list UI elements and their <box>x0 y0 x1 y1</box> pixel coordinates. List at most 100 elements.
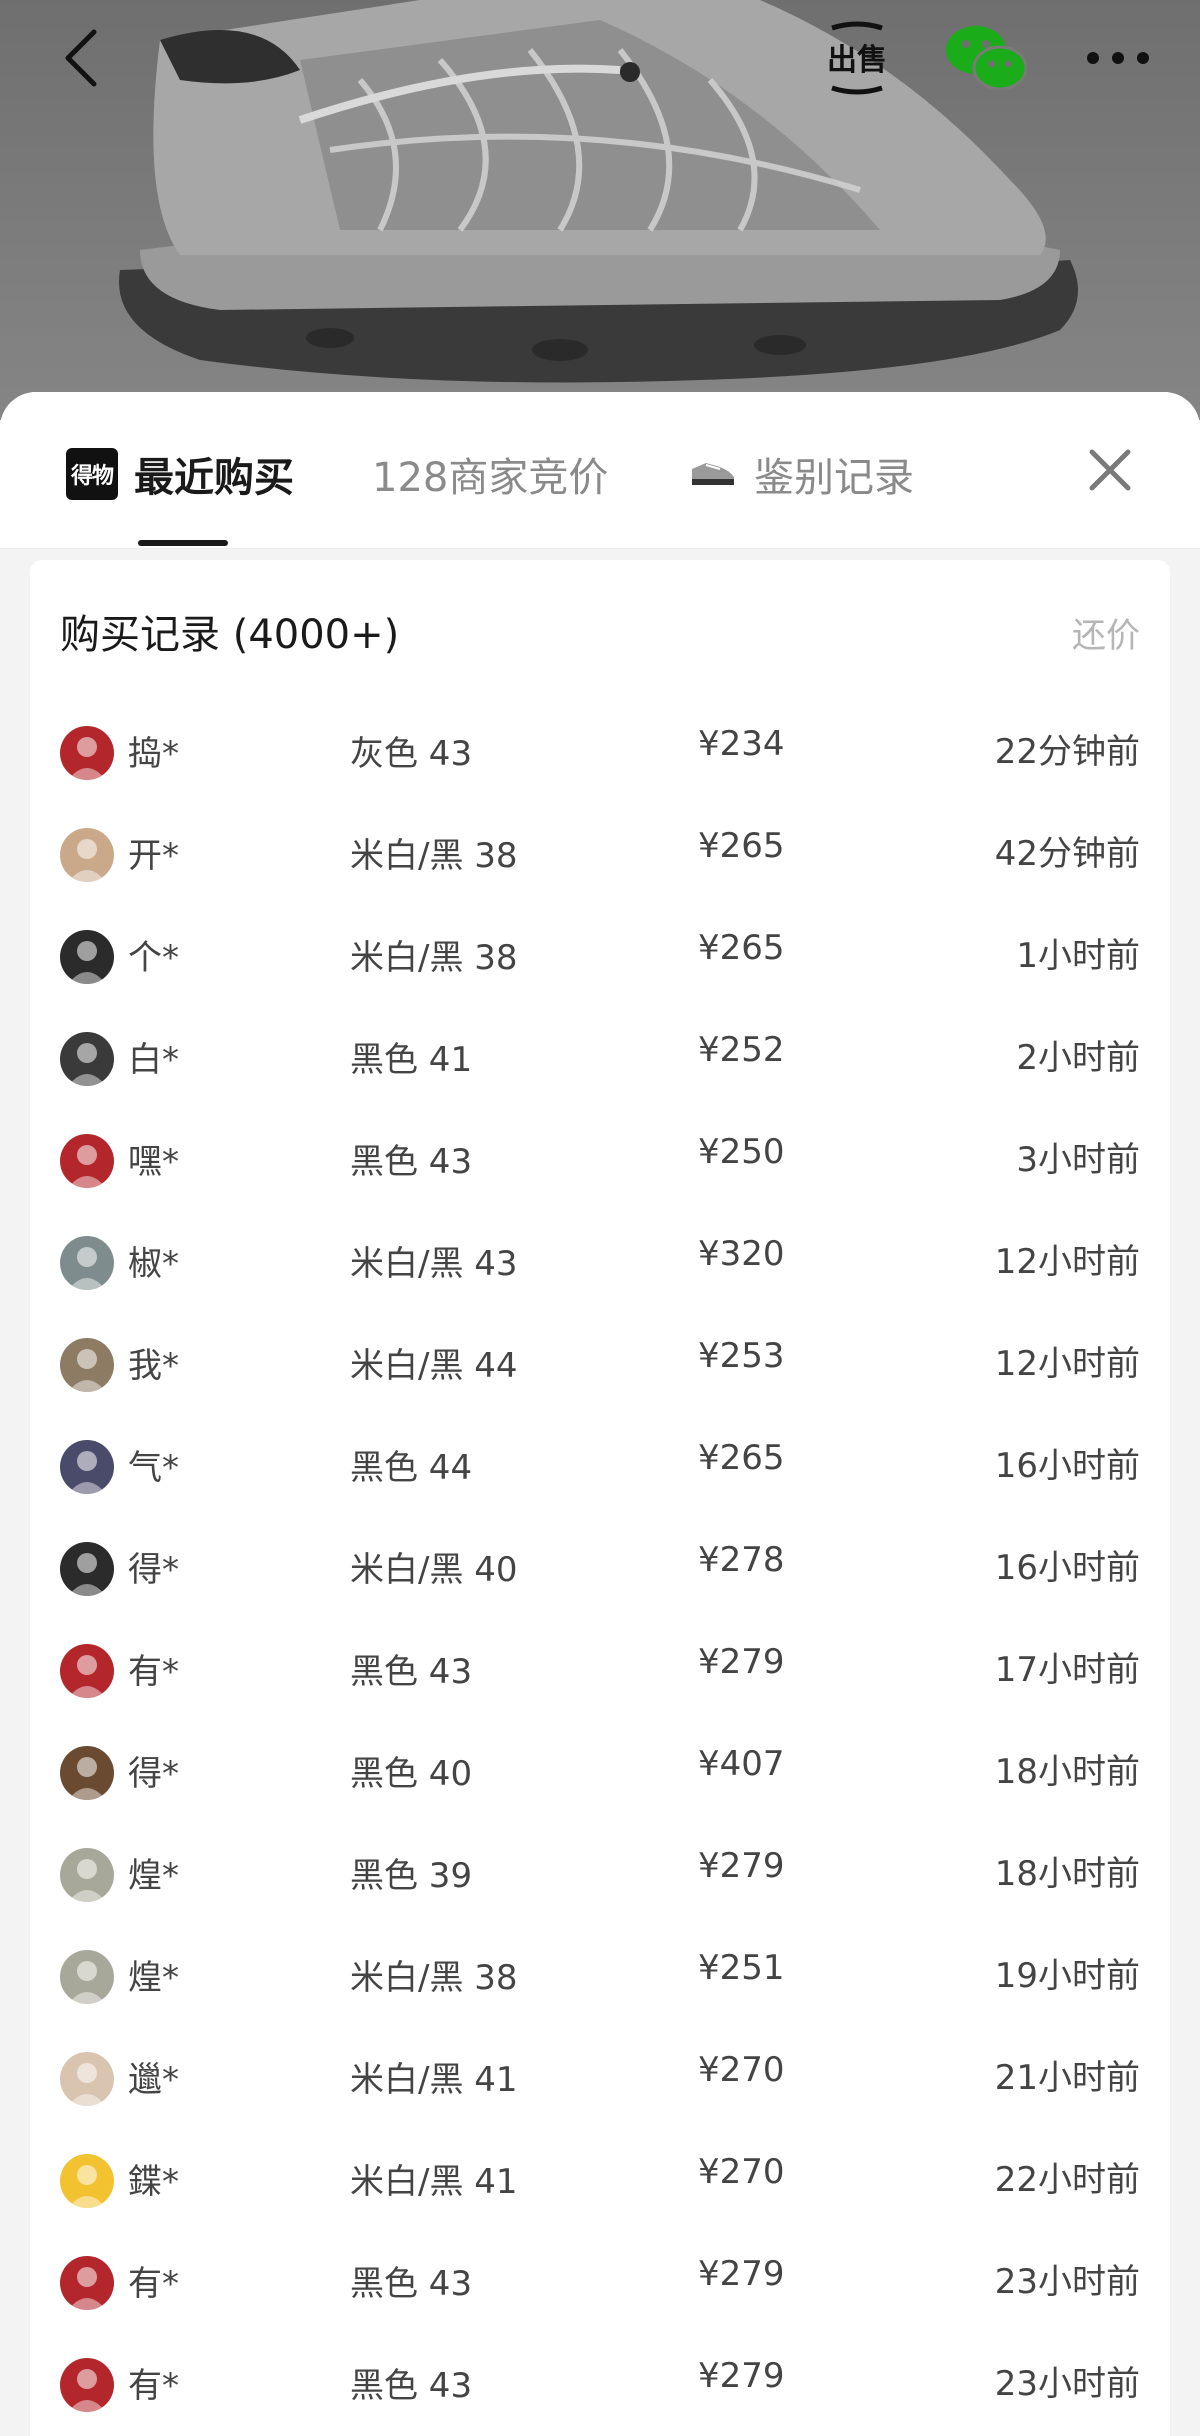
user-avatar <box>60 1134 114 1188</box>
user-avatar <box>60 828 114 882</box>
tab-authentication-records[interactable]: 鉴别记录 <box>690 436 914 512</box>
tab-recent-purchases[interactable]: 得物 最近购买 <box>66 436 294 512</box>
purchase-price: ¥253 <box>698 1336 785 1376</box>
purchase-price: ¥278 <box>698 1540 785 1580</box>
purchase-price: ¥279 <box>698 1846 785 1886</box>
tab-recent-label: 最近购买 <box>134 455 294 501</box>
purchase-record-row: 白* 黑色 41 ¥252 2小时前 <box>30 1008 1170 1110</box>
purchase-record-row: 有* 黑色 43 ¥279 23小时前 <box>30 2232 1170 2334</box>
active-tab-indicator <box>138 540 228 546</box>
close-button[interactable] <box>1080 440 1140 500</box>
buyer-name: 椒* <box>128 1244 179 1284</box>
purchase-record-row: 煌* 黑色 39 ¥279 18小时前 <box>30 1824 1170 1926</box>
purchase-record-row: 开* 米白/黑 38 ¥265 42分钟前 <box>30 804 1170 906</box>
back-button[interactable] <box>44 20 120 96</box>
product-spec: 黑色 43 <box>350 2366 473 2406</box>
purchase-time: 23小时前 <box>994 2364 1140 2404</box>
product-spec: 灰色 43 <box>350 734 473 774</box>
purchase-record-row: 鍱* 米白/黑 41 ¥270 22小时前 <box>30 2130 1170 2232</box>
buyer-name: 得* <box>128 1754 179 1794</box>
product-spec: 黑色 40 <box>350 1754 473 1794</box>
user-avatar <box>60 1338 114 1392</box>
buyer-name: 得* <box>128 1550 179 1590</box>
buyer-name: 有* <box>128 2264 179 2304</box>
sneaker-icon <box>692 463 734 485</box>
product-spec: 米白/黑 38 <box>350 1958 518 1998</box>
purchase-record-row: 捣* 灰色 43 ¥234 22分钟前 <box>30 702 1170 804</box>
product-spec: 米白/黑 38 <box>350 836 518 876</box>
product-spec: 米白/黑 40 <box>350 1550 518 1590</box>
purchase-price: ¥234 <box>698 724 785 764</box>
purchase-time: 16小时前 <box>994 1446 1140 1486</box>
user-avatar <box>60 2052 114 2106</box>
purchase-price: ¥320 <box>698 1234 785 1274</box>
product-spec: 黑色 44 <box>350 1448 473 1488</box>
sell-icon: 出售 <box>827 21 887 95</box>
purchase-price: ¥270 <box>698 2152 785 2192</box>
purchase-time: 17小时前 <box>994 1650 1140 1690</box>
wechat-share-button[interactable] <box>944 22 1028 94</box>
purchase-price: ¥279 <box>698 1642 785 1682</box>
buyer-name: 鍱* <box>128 2162 179 2202</box>
tab-bar: 得物 最近购买 128商家竞价 鉴别记录 <box>0 392 1200 549</box>
purchase-time: 42分钟前 <box>994 834 1140 874</box>
buyer-name: 开* <box>128 836 179 876</box>
user-avatar <box>60 2154 114 2208</box>
purchase-record-row: 嘿* 黑色 43 ¥250 3小时前 <box>30 1110 1170 1212</box>
product-spec: 米白/黑 41 <box>350 2060 518 2100</box>
purchase-price: ¥270 <box>698 2050 785 2090</box>
chevron-left-icon <box>65 29 97 87</box>
purchase-time: 12小时前 <box>994 1344 1140 1384</box>
purchase-time: 1小时前 <box>1016 936 1140 976</box>
buyer-name: 煌* <box>128 1958 179 1998</box>
sell-label: 出售 <box>827 43 887 78</box>
purchase-record-row: 煌* 米白/黑 38 ¥251 19小时前 <box>30 1926 1170 2028</box>
purchase-time: 2小时前 <box>1016 1038 1140 1078</box>
product-spec: 米白/黑 43 <box>350 1244 518 1284</box>
product-spec: 黑色 43 <box>350 2264 473 2304</box>
product-spec: 米白/黑 41 <box>350 2162 518 2202</box>
user-avatar <box>60 726 114 780</box>
buyer-name: 有* <box>128 2366 179 2406</box>
purchase-time: 18小时前 <box>994 1752 1140 1792</box>
user-avatar <box>60 1746 114 1800</box>
purchase-time: 22分钟前 <box>994 732 1140 772</box>
more-dots-icon <box>1087 52 1149 64</box>
purchase-time: 12小时前 <box>994 1242 1140 1282</box>
wechat-icon <box>946 26 1028 91</box>
purchase-record-row: 椒* 米白/黑 43 ¥320 12小时前 <box>30 1212 1170 1314</box>
buyer-name: 个* <box>128 938 179 978</box>
user-avatar <box>60 1542 114 1596</box>
tab-merchant-bids[interactable]: 128商家竞价 <box>372 436 608 512</box>
purchase-record-row: 有* 黑色 43 ¥279 17小时前 <box>30 1620 1170 1722</box>
purchase-records-list: 捣* 灰色 43 ¥234 22分钟前 开* 米白/黑 38 ¥265 42分钟前 个* 米白/黑… <box>30 702 1170 2436</box>
purchase-record-row: 有* 黑色 43 ¥279 23小时前 <box>30 2334 1170 2436</box>
purchase-price: ¥407 <box>698 1744 785 1784</box>
buyer-name: 嘿* <box>128 1142 179 1182</box>
purchase-time: 3小时前 <box>1016 1140 1140 1180</box>
purchase-time: 19小时前 <box>994 1956 1140 1996</box>
purchase-price: ¥279 <box>698 2254 785 2294</box>
product-spec: 黑色 41 <box>350 1040 473 1080</box>
records-sheet: 得物 最近购买 128商家竞价 鉴别记录 购买记录 (4000+) 还价 捣* 灰… <box>0 392 1200 2436</box>
purchase-record-row: 气* 黑色 44 ¥265 16小时前 <box>30 1416 1170 1518</box>
user-avatar <box>60 1950 114 2004</box>
bargain-link[interactable]: 还价 <box>1072 608 1140 657</box>
buyer-name: 捣* <box>128 734 179 774</box>
purchase-price: ¥252 <box>698 1030 785 1070</box>
purchase-time: 18小时前 <box>994 1854 1140 1894</box>
user-avatar <box>60 1848 114 1902</box>
user-avatar <box>60 930 114 984</box>
buyer-name: 白* <box>128 1040 179 1080</box>
buyer-name: 邋* <box>128 2060 179 2100</box>
user-avatar <box>60 2256 114 2310</box>
tab-bid-label: 128商家竞价 <box>372 455 609 501</box>
more-options-button[interactable] <box>1078 28 1158 88</box>
purchase-record-row: 个* 米白/黑 38 ¥265 1小时前 <box>30 906 1170 1008</box>
buyer-name: 气* <box>128 1448 179 1488</box>
sell-button[interactable]: 出售 <box>812 18 902 98</box>
purchase-time: 23小时前 <box>994 2262 1140 2302</box>
product-spec: 黑色 39 <box>350 1856 473 1896</box>
buyer-name: 有* <box>128 1652 179 1692</box>
purchase-time: 21小时前 <box>994 2058 1140 2098</box>
